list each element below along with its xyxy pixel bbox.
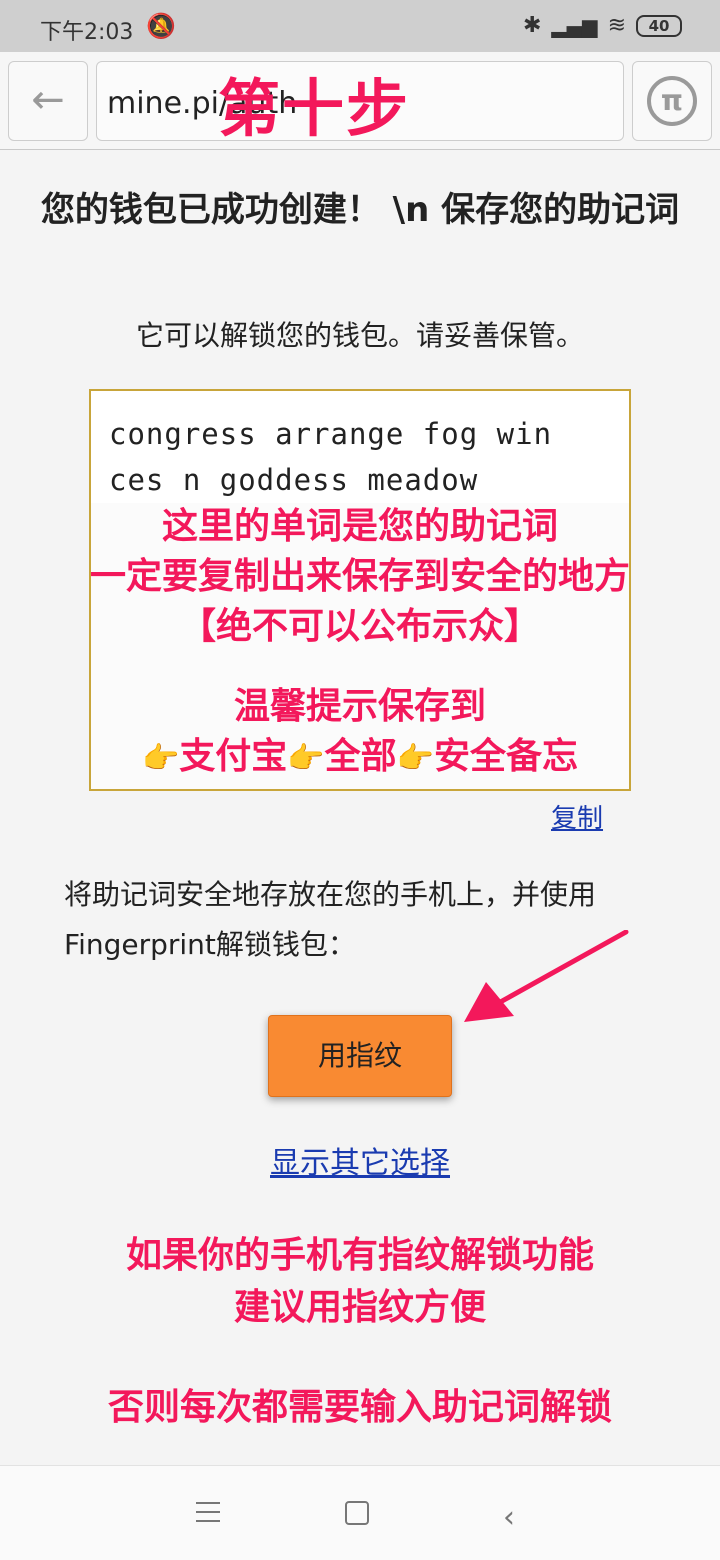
mnemonic-text: congress arrange fog win ces n goddess m… [109,417,553,497]
annotation-line: 【绝不可以公布示众】 [179,606,540,647]
status-bar: 下午2:03 🔕 ✱ ▂▄▆ ≋ 40 [0,0,720,52]
other-options-row: 显示其它选择 [0,1138,720,1182]
red-arrow-icon [464,930,629,1022]
annotation-tip-row: 👉支付宝👉全部👉安全备忘 [0,732,720,784]
pi-browser-button[interactable]: π [632,61,712,141]
tip-item: 安全备忘 [434,736,579,777]
pointing-hand-icon: 👉 [396,741,435,776]
arrow-left-icon: ← [31,77,65,123]
back-button[interactable]: ← [8,61,88,141]
home-icon[interactable] [345,1501,369,1525]
battery-icon: 40 [636,14,682,37]
page-content: 您的钱包已成功创建！ \n 保存您的助记词 它可以解锁您的钱包。请妥善保管。 c… [0,150,720,1465]
signal-icon: ▂▄▆ [551,13,598,38]
copy-link[interactable]: 复制 [551,798,603,835]
step-annotation: 第十步 [218,72,411,145]
pi-logo-icon: π [647,76,697,126]
mnemonic-annotation: 这里的单词是您的助记词 一定要复制出来保存到安全的地方 【绝不可以公布示众】 温… [0,502,720,784]
annotation-line: 否则每次都需要输入助记词解锁 [107,1387,612,1428]
other-options-link[interactable]: 显示其它选择 [270,1146,450,1181]
annotation-line: 一定要复制出来保存到安全的地方 [89,556,630,597]
pointing-hand-icon: 👉 [141,741,180,776]
page-title: 您的钱包已成功创建！ \n 保存您的助记词 [40,190,680,230]
fingerprint-annotation: 如果你的手机有指纹解锁功能 建议用指纹方便 [0,1230,720,1334]
pointing-hand-icon: 👉 [287,741,325,776]
annotation-line: 这里的单词是您的助记词 [161,506,558,547]
annotation-line: 如果你的手机有指纹解锁功能 [125,1235,594,1276]
annotation-line: 建议用指纹方便 [233,1287,486,1328]
menu-icon[interactable] [196,1502,220,1529]
tip-item: 全部 [324,736,397,777]
status-icons: ✱ ▂▄▆ ≋ 40 [523,13,682,38]
back-icon[interactable]: ‹ [503,1500,515,1535]
bluetooth-icon: ✱ [522,13,542,38]
fingerprint-button[interactable]: 用指纹 [268,1015,452,1097]
annotation-line: 温馨提示保存到 [233,686,486,727]
browser-toolbar: ← mine.pi/auth 第十步 π [0,52,720,150]
system-nav-bar: ‹ [0,1465,720,1560]
wifi-icon: ≋ [607,13,626,38]
mute-bell-icon: 🔕 [146,12,176,40]
status-time: 下午2:03 [40,20,134,45]
tip-item: 支付宝 [179,736,288,777]
page-subtitle: 它可以解锁您的钱包。请妥善保管。 [135,319,584,352]
